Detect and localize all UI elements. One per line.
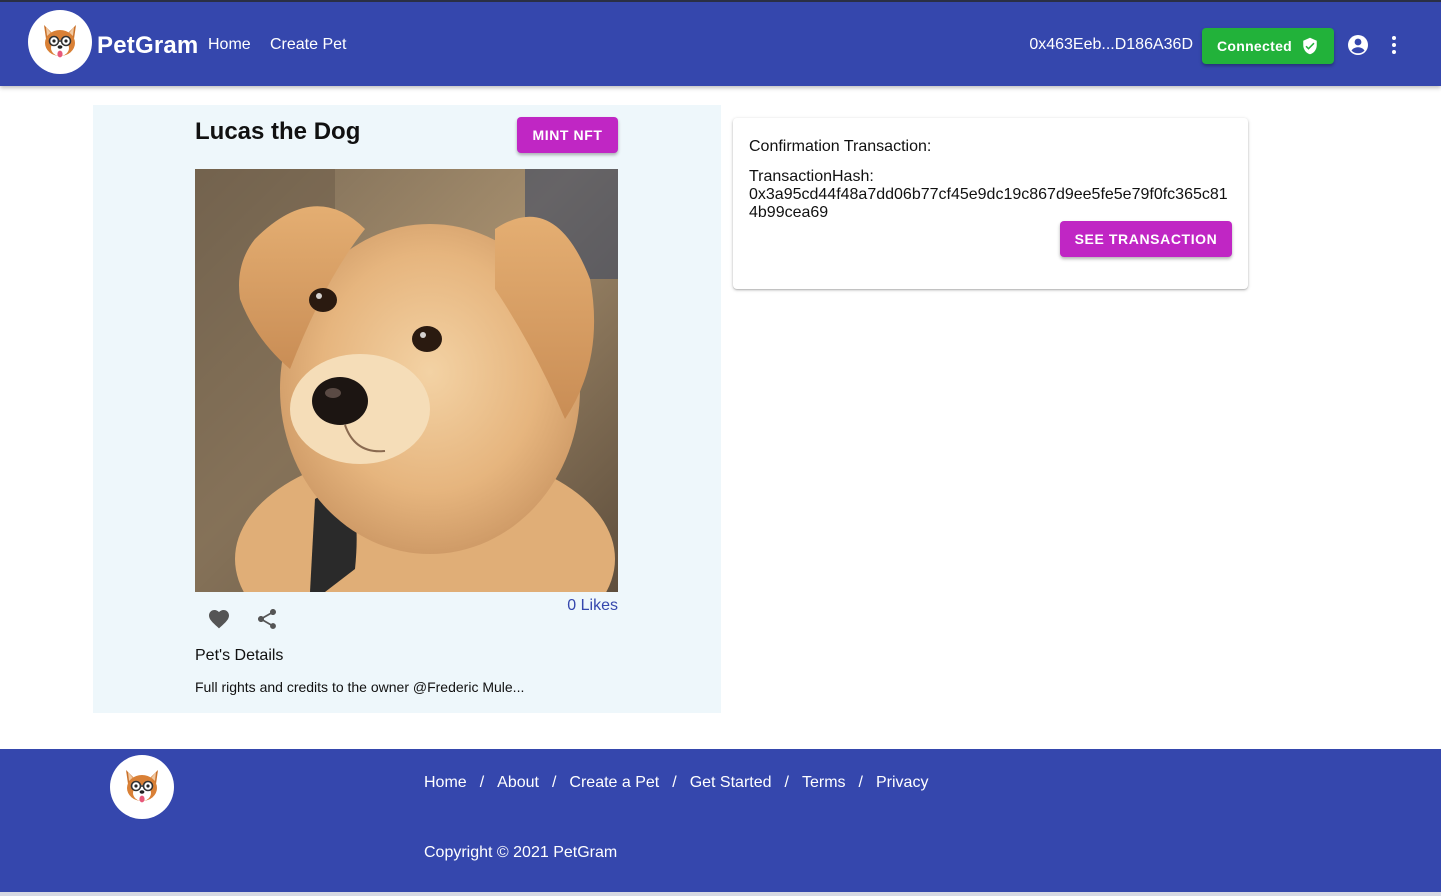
- mint-nft-button[interactable]: MINT NFT: [517, 117, 618, 153]
- heart-icon[interactable]: [207, 607, 231, 631]
- connected-button[interactable]: Connected: [1202, 28, 1334, 64]
- footer-separator: /: [672, 774, 677, 791]
- footer: Home / About / Create a Pet / Get Starte…: [0, 749, 1441, 896]
- pet-details-text: Full rights and credits to the owner @Fr…: [195, 679, 525, 695]
- pet-details-title: Pet's Details: [195, 647, 284, 664]
- footer-link-terms[interactable]: Terms: [802, 774, 846, 792]
- footer-link-about[interactable]: About: [497, 774, 539, 792]
- footer-separator: /: [551, 774, 557, 791]
- footer-nav: Home / About / Create a Pet / Get Starte…: [424, 774, 928, 792]
- see-transaction-button[interactable]: SEE TRANSACTION: [1060, 221, 1232, 257]
- footer-separator: /: [858, 774, 863, 791]
- footer-separator: /: [784, 774, 789, 791]
- confirmation-title: Confirmation Transaction:: [749, 138, 932, 155]
- share-icon[interactable]: [255, 607, 279, 631]
- pet-photo[interactable]: [195, 169, 618, 592]
- footer-link-privacy[interactable]: Privacy: [876, 774, 928, 792]
- shield-check-icon: [1303, 37, 1317, 55]
- transaction-hash-value: 0x3a95cd44f48a7dd06b77cf45e9dc19c867d9ee…: [749, 186, 1228, 221]
- footer-separator: /: [479, 774, 485, 791]
- account-circle-icon[interactable]: [1346, 33, 1370, 57]
- wallet-address: 0x463Eeb...D186A36D: [1029, 36, 1193, 53]
- transaction-hash-label: TransactionHash:: [749, 168, 874, 185]
- brand-name[interactable]: PetGram: [97, 32, 198, 60]
- footer-link-home[interactable]: Home: [424, 774, 467, 792]
- footer-link-get-started[interactable]: Get Started: [690, 774, 772, 792]
- confirmation-card: Confirmation Transaction: TransactionHas…: [733, 118, 1248, 289]
- likes-count: 0 Likes: [567, 597, 618, 614]
- copyright-text: Copyright © 2021 PetGram: [424, 844, 618, 861]
- nav-create-pet-link[interactable]: Create Pet: [270, 36, 346, 54]
- nav-home-link[interactable]: Home: [208, 36, 251, 54]
- more-vert-icon[interactable]: [1382, 33, 1406, 57]
- footer-link-create-pet[interactable]: Create a Pet: [569, 774, 659, 792]
- dog-logo-icon[interactable]: [28, 10, 92, 74]
- pet-name: Lucas the Dog: [195, 118, 361, 145]
- dog-logo-icon[interactable]: [110, 755, 174, 819]
- app-bar: PetGram Home Create Pet 0x463Eeb...D186A…: [0, 0, 1441, 86]
- connected-label: Connected: [1216, 38, 1293, 54]
